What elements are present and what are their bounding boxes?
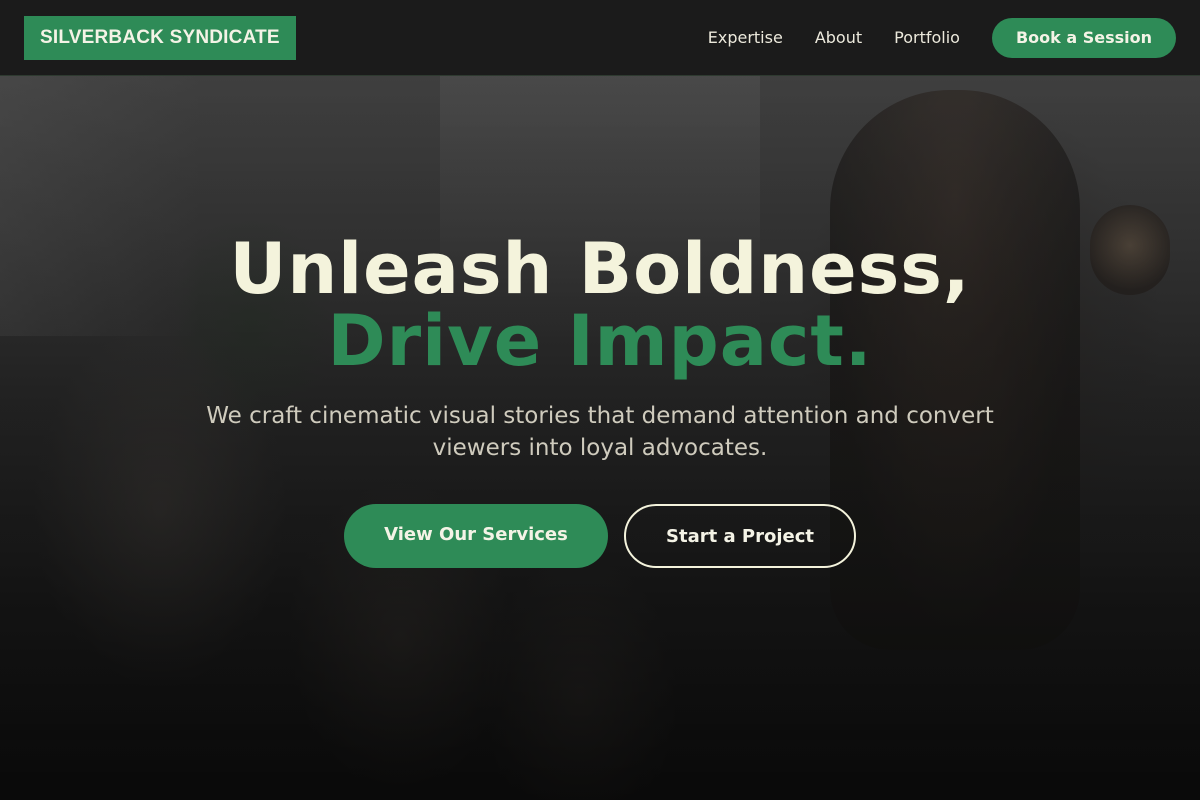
hero-headline-line1: Unleash Boldness, xyxy=(229,228,971,310)
start-project-button[interactable]: Start a Project xyxy=(624,504,856,568)
main-nav: Expertise About Portfolio Book a Session xyxy=(708,17,1176,58)
hero-section: Unleash Boldness, Drive Impact. We craft… xyxy=(0,76,1200,800)
nav-link-expertise[interactable]: Expertise xyxy=(708,28,783,47)
hero-headline-line2: Drive Impact. xyxy=(327,300,873,382)
view-services-button[interactable]: View Our Services xyxy=(344,504,608,568)
nav-link-portfolio[interactable]: Portfolio xyxy=(894,28,960,47)
hero-button-row: View Our Services Start a Project xyxy=(0,504,1200,568)
nav-link-about[interactable]: About xyxy=(815,28,862,47)
hero-subtitle: We craft cinematic visual stories that d… xyxy=(206,403,994,461)
landing-page: SILVERBACK SYNDICATE Expertise About Por… xyxy=(0,0,1200,800)
book-session-button[interactable]: Book a Session xyxy=(991,17,1176,58)
site-header: SILVERBACK SYNDICATE Expertise About Por… xyxy=(0,0,1200,76)
brand-logo[interactable]: SILVERBACK SYNDICATE xyxy=(24,15,296,60)
